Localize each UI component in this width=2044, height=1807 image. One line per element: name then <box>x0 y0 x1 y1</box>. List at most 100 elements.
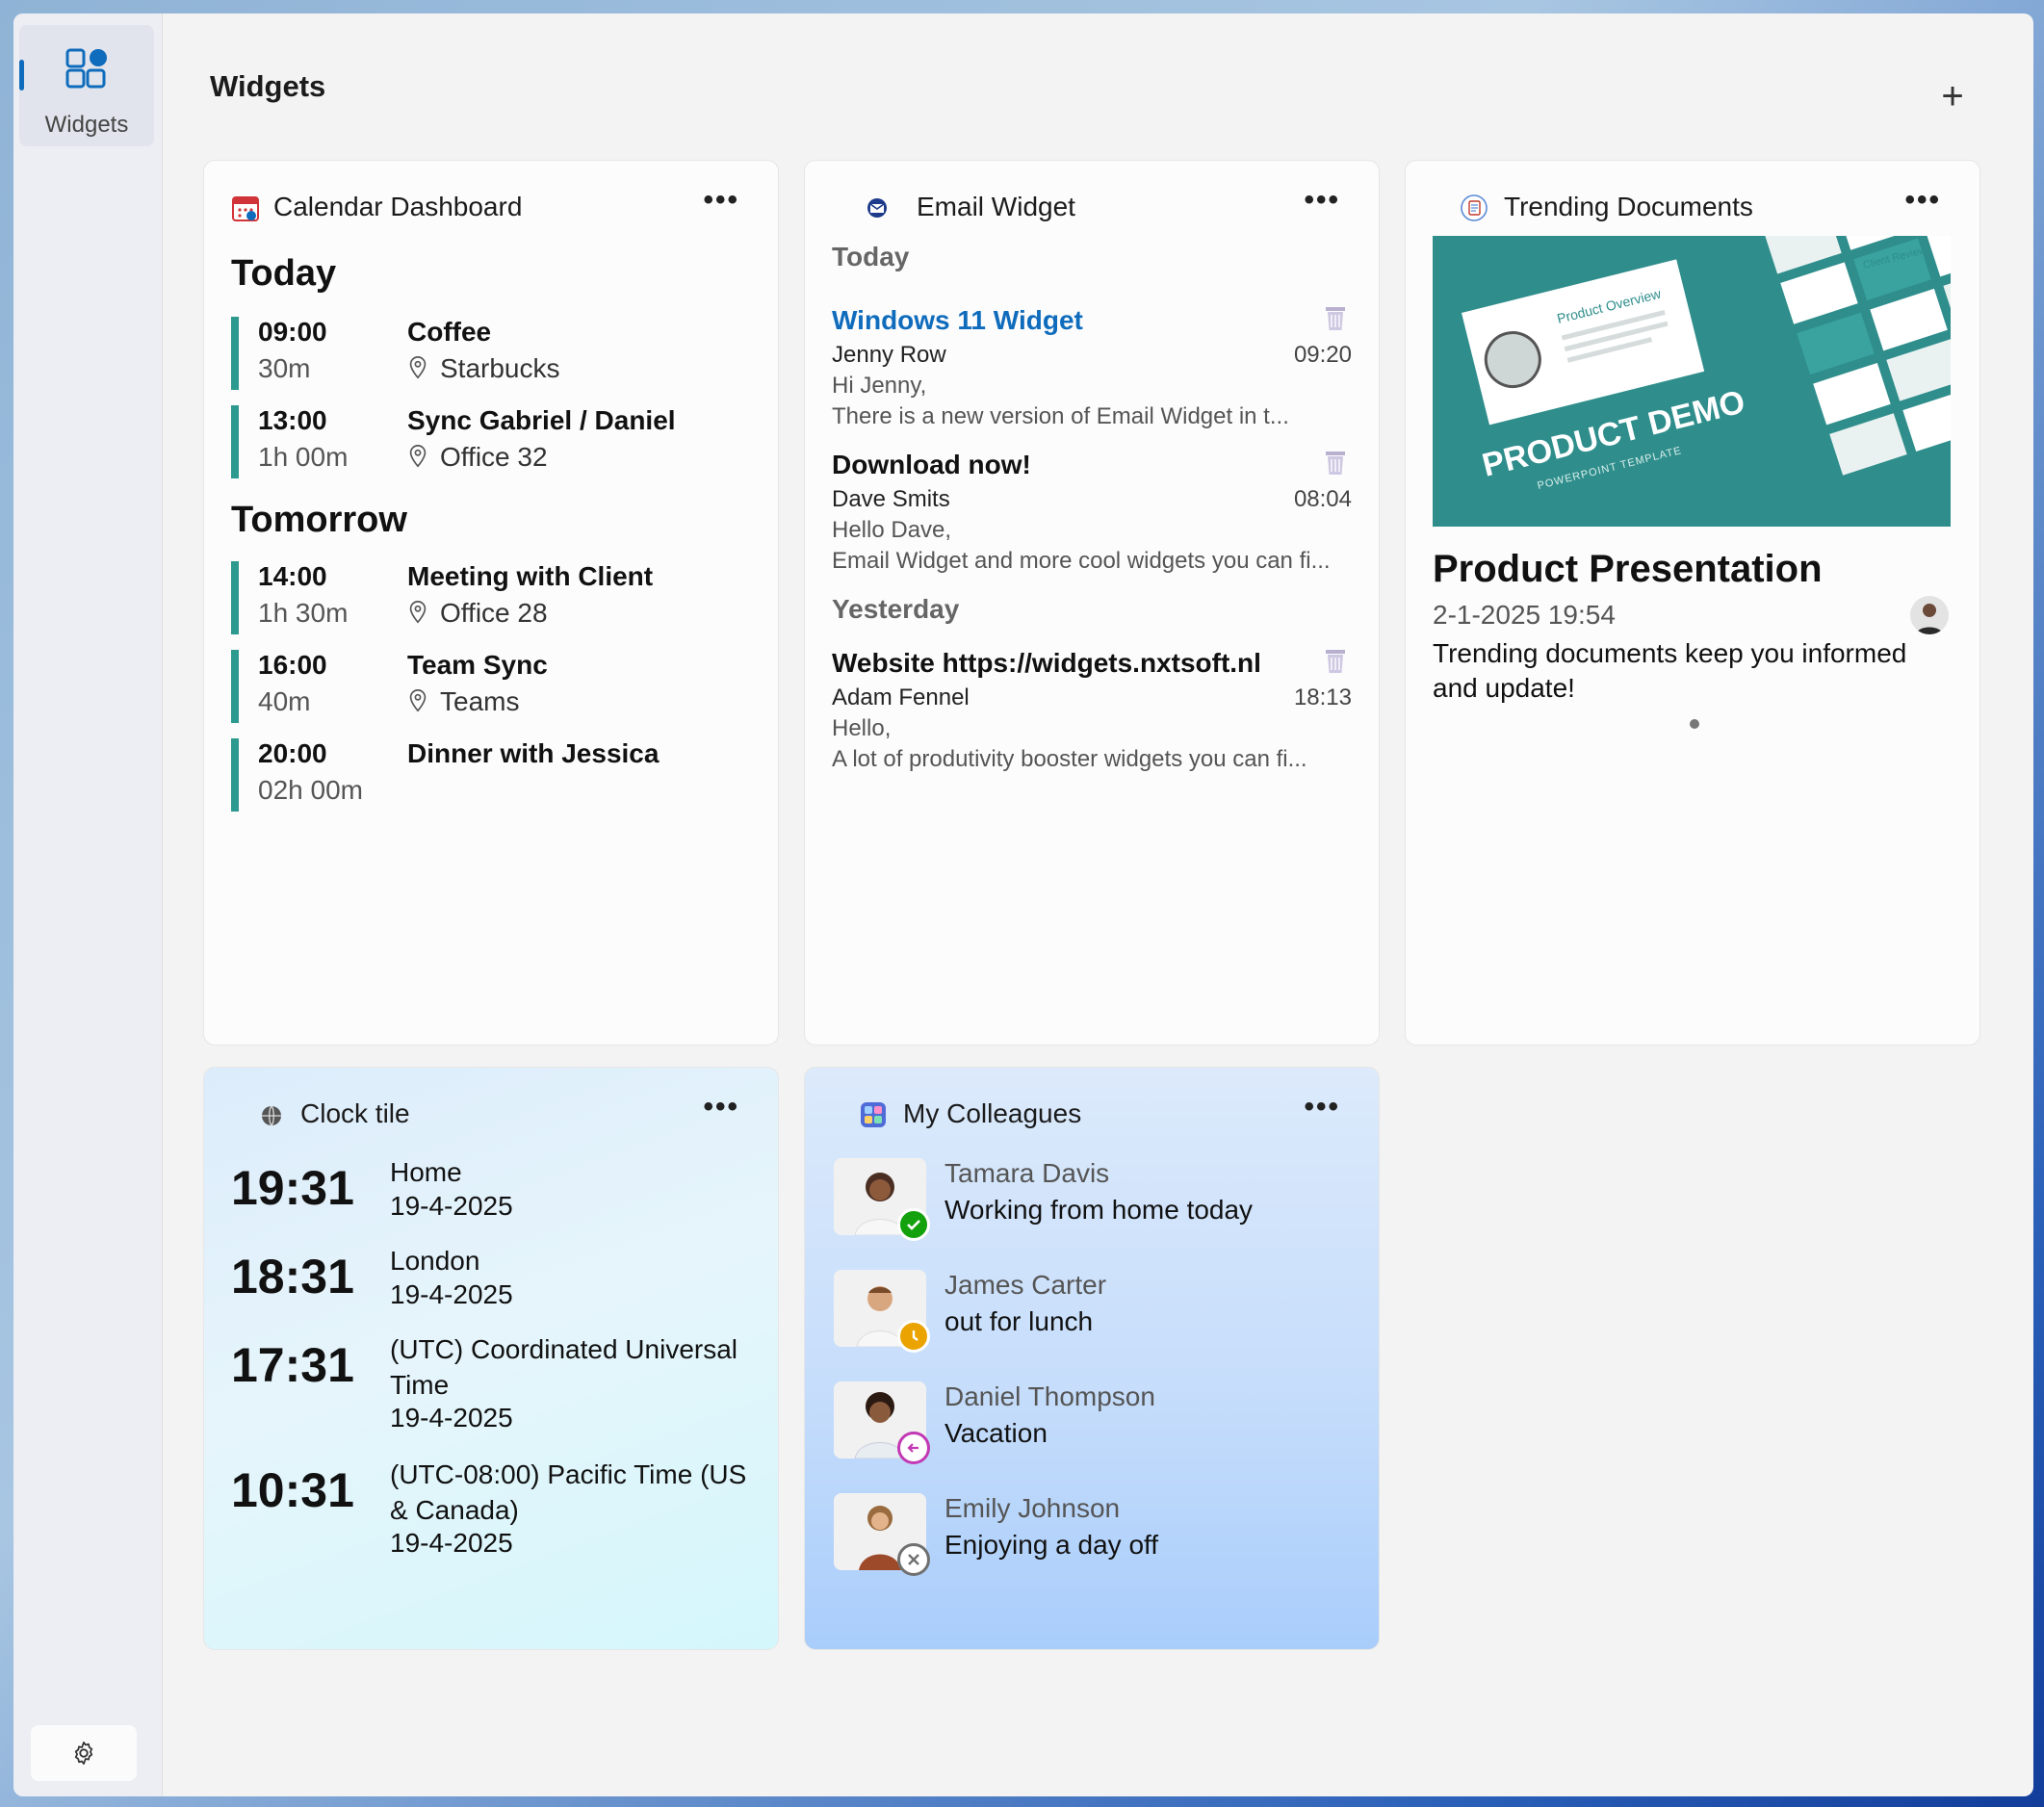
event-location-label: Office 32 <box>440 442 548 472</box>
more-options-button[interactable]: ••• <box>703 1091 739 1123</box>
calendar-widget: Calendar Dashboard ••• Today 09:00 30m C… <box>203 160 779 1045</box>
document-date: 2-1-2025 19:54 <box>1433 600 1616 630</box>
pager-dot[interactable] <box>1690 719 1699 729</box>
email-sender: Jenny Row <box>832 342 946 368</box>
clock-time: 18:31 <box>231 1250 354 1304</box>
calendar-event[interactable]: 14:00 1h 30m Meeting with Client Office … <box>231 561 751 634</box>
email-time: 18:13 <box>1293 684 1352 710</box>
page-title: Widgets <box>210 69 326 103</box>
card-title: Email Widget <box>917 192 1075 221</box>
email-app-icon <box>867 198 887 218</box>
email-sender: Dave Smits <box>832 486 950 512</box>
location-pin-icon <box>409 601 427 624</box>
out-of-office-icon <box>897 1432 930 1464</box>
day-heading-tomorrow: Tomorrow <box>231 500 407 540</box>
card-title: Trending Documents <box>1504 192 1753 221</box>
colleagues-app-icon <box>861 1102 886 1127</box>
nav-selection-indicator <box>19 60 24 90</box>
away-clock-icon <box>897 1320 930 1353</box>
event-location: Office 28 <box>407 598 548 629</box>
more-options-button[interactable]: ••• <box>1904 184 1941 217</box>
more-options-button[interactable]: ••• <box>1304 1091 1340 1123</box>
email-preview-line: Hello, <box>832 715 892 741</box>
widgets-icon <box>65 48 107 89</box>
email-item[interactable]: Download now! Dave Smits 08:04 Hello Dav… <box>832 450 1352 584</box>
event-color-bar <box>231 405 239 478</box>
add-widget-button[interactable]: + <box>1933 77 1972 117</box>
event-time: 20:00 <box>258 738 327 768</box>
event-title: Sync Gabriel / Daniel <box>407 405 676 435</box>
trash-icon[interactable] <box>1323 646 1348 675</box>
colleague-name: Daniel Thompson <box>944 1381 1155 1411</box>
settings-button[interactable] <box>31 1725 137 1781</box>
globe-icon <box>262 1105 281 1126</box>
clock-widget: Clock tile ••• 19:31 Home 19-4-2025 18:3… <box>203 1067 779 1650</box>
email-subject: Website https://widgets.nxtsoft.nl <box>832 648 1261 678</box>
nav-item-widgets[interactable]: Widgets <box>19 25 154 146</box>
location-pin-icon <box>409 689 427 712</box>
email-time: 09:20 <box>1293 342 1352 368</box>
event-duration: 02h 00m <box>258 775 363 805</box>
clock-location: (UTC-08:00) Pacific Time (US & Canada) <box>390 1459 747 1525</box>
event-location: Starbucks <box>407 353 560 384</box>
location-pin-icon <box>409 356 427 379</box>
more-options-button[interactable]: ••• <box>703 184 739 217</box>
email-item[interactable]: Windows 11 Widget Jenny Row 09:20 Hi Jen… <box>832 305 1352 440</box>
event-location-label: Starbucks <box>440 353 560 383</box>
card-title: Calendar Dashboard <box>273 192 523 221</box>
event-time: 14:00 <box>258 561 327 591</box>
document-thumbnail[interactable]: Product Overview PRODUCT DEMO POWERPOINT… <box>1433 236 1951 527</box>
nav-rail: Widgets <box>13 13 163 1796</box>
document-description: Trending documents keep you informed and… <box>1433 638 1907 703</box>
colleague-item[interactable]: Emily Johnson Enjoying a day off <box>834 1493 1354 1586</box>
card-title: My Colleagues <box>903 1098 1082 1128</box>
email-subject: Windows 11 Widget <box>832 305 1083 335</box>
colleague-item[interactable]: Tamara Davis Working from home today <box>834 1158 1354 1251</box>
email-subject: Download now! <box>832 450 1031 479</box>
email-preview-line: There is a new version of Email Widget i… <box>832 403 1289 429</box>
nav-item-label: Widgets <box>44 112 129 138</box>
colleague-status: out for lunch <box>944 1306 1094 1336</box>
more-options-button[interactable]: ••• <box>1304 184 1340 217</box>
email-preview-line: A lot of produtivity booster widgets you… <box>832 746 1307 772</box>
clock-location: (UTC) Coordinated Universal Time <box>390 1334 738 1400</box>
event-time: 13:00 <box>258 405 327 435</box>
clock-location: London <box>390 1246 480 1276</box>
event-duration: 1h 00m <box>258 442 349 472</box>
location-pin-icon <box>409 445 427 468</box>
email-preview-line: Hello Dave, <box>832 517 952 543</box>
clock-location: Home <box>390 1157 462 1187</box>
event-location-label: Teams <box>440 686 520 716</box>
offline-x-icon <box>897 1543 930 1576</box>
colleague-name: Tamara Davis <box>944 1158 1110 1188</box>
event-duration: 1h 30m <box>258 598 349 628</box>
calendar-event[interactable]: 09:00 30m Coffee Starbucks <box>231 317 751 390</box>
calendar-event[interactable]: 16:00 40m Team Sync Teams <box>231 650 751 723</box>
colleague-name: James Carter <box>944 1270 1107 1300</box>
email-item[interactable]: Website https://widgets.nxtsoft.nl Adam … <box>832 648 1352 783</box>
event-title: Meeting with Client <box>407 561 654 591</box>
event-color-bar <box>231 561 239 634</box>
trending-documents-widget: Trending Documents ••• Product Overview … <box>1405 160 1980 1045</box>
colleague-status: Enjoying a day off <box>944 1530 1159 1560</box>
trash-icon[interactable] <box>1323 303 1348 332</box>
event-time: 09:00 <box>258 317 327 347</box>
widgets-window: Widgets Widgets + Calendar Dashboard •••… <box>13 13 2033 1796</box>
calendar-event[interactable]: 13:00 1h 00m Sync Gabriel / Daniel Offic… <box>231 405 751 478</box>
available-check-icon <box>897 1208 930 1241</box>
calendar-event[interactable]: 20:00 02h 00m Dinner with Jessica <box>231 738 751 812</box>
document-title[interactable]: Product Presentation <box>1433 548 1823 591</box>
event-location-label: Office 28 <box>440 598 548 628</box>
event-time: 16:00 <box>258 650 327 680</box>
email-preview-line: Email Widget and more cool widgets you c… <box>832 548 1331 574</box>
calendar-icon <box>232 196 259 221</box>
colleague-item[interactable]: Daniel Thompson Vacation <box>834 1381 1354 1474</box>
event-title: Coffee <box>407 317 492 347</box>
colleague-name: Emily Johnson <box>944 1493 1121 1523</box>
colleague-item[interactable]: James Carter out for lunch <box>834 1270 1354 1362</box>
colleague-status: Working from home today <box>944 1195 1254 1225</box>
email-group-today: Today <box>832 242 910 271</box>
clock-date: 19-4-2025 <box>390 1403 513 1433</box>
email-group-yesterday: Yesterday <box>832 594 960 624</box>
trash-icon[interactable] <box>1323 448 1348 477</box>
